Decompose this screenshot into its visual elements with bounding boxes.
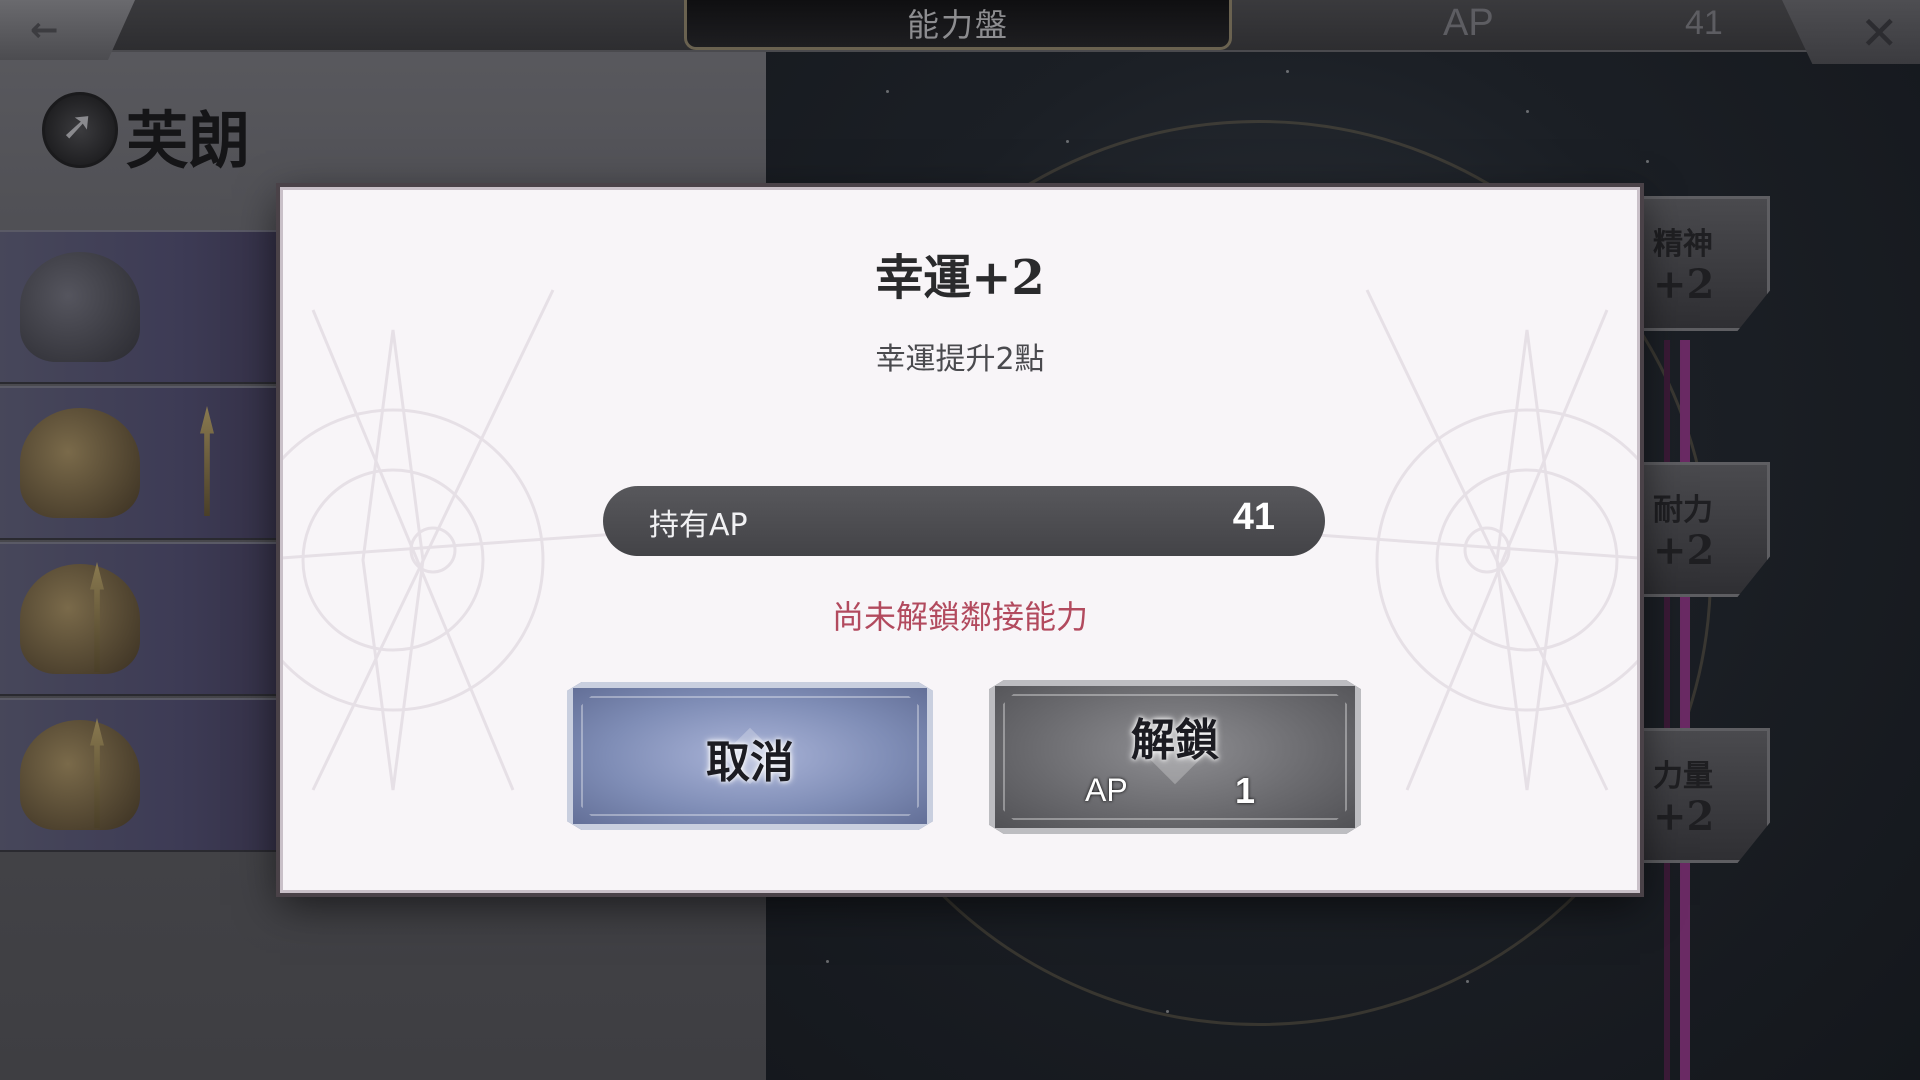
cancel-button-label: 取消 (706, 737, 794, 788)
unlock-cost-label: AP (1085, 772, 1128, 808)
screen-title: 能力盤 (906, 6, 1009, 44)
board-node[interactable]: 力量 +2 (1640, 728, 1770, 863)
class-emblem-icon: ➚ (42, 92, 118, 168)
party-member-slot[interactable] (0, 230, 300, 384)
dialog-title: 幸運+2 (875, 250, 1045, 306)
board-node-value: +2 (1653, 261, 1715, 308)
screen-title-plate: 能力盤 (684, 0, 1232, 50)
ap-header-label: AP (1443, 2, 1494, 44)
board-node-value: +2 (1653, 527, 1715, 574)
party-member-slot[interactable] (0, 386, 300, 540)
board-node-label: 精神 (1653, 227, 1713, 262)
board-path (1664, 340, 1670, 1080)
ap-header-value: 41 (1685, 4, 1723, 42)
party-member-slot[interactable] (0, 698, 300, 852)
party-portrait (20, 720, 140, 830)
unlock-cost-value: 1 (1235, 770, 1256, 811)
back-arrow-icon: ← (30, 10, 59, 50)
owned-ap-label: 持有AP (649, 508, 748, 543)
cancel-button[interactable]: 取消 (567, 682, 933, 830)
party-portrait (20, 564, 140, 674)
board-node-value: +2 (1653, 793, 1715, 840)
dialog-description: 幸運提升2點 (875, 342, 1045, 377)
board-node[interactable]: 精神 +2 (1640, 196, 1770, 331)
board-node-label: 耐力 (1653, 493, 1713, 528)
board-path (1680, 340, 1690, 1080)
party-portrait (20, 252, 140, 362)
board-node-label: 力量 (1653, 759, 1713, 794)
party-member-slot[interactable] (0, 542, 300, 696)
unlock-button-label: 解鎖 (1131, 715, 1219, 766)
unlock-dialog: 幸運+2 幸運提升2點 持有AP 41 尚未解鎖鄰接能力 取消 解鎖 AP 1 (280, 187, 1640, 893)
unlock-button[interactable]: 解鎖 AP 1 (989, 680, 1361, 834)
character-name: 芙朗 (126, 104, 251, 177)
owned-ap-bar: 持有AP 41 (603, 486, 1325, 556)
party-portrait (20, 408, 140, 518)
board-node[interactable]: 耐力 +2 (1640, 462, 1770, 597)
warning-message: 尚未解鎖鄰接能力 (831, 598, 1088, 636)
owned-ap-value: 41 (1232, 496, 1275, 538)
close-icon[interactable]: ✕ (1860, 6, 1899, 60)
spear-icon (200, 406, 214, 516)
